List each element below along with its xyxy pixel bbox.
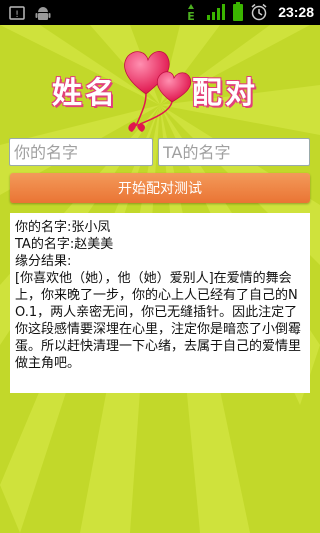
- result-label: 缘分结果:: [15, 254, 72, 269]
- ta-name-input[interactable]: [158, 138, 310, 166]
- title-right: 配对: [192, 76, 258, 111]
- ta-name-value: 赵美美: [74, 237, 114, 252]
- signal-icon: [207, 4, 226, 20]
- android-icon: [35, 7, 51, 20]
- hearts-icon: [124, 51, 192, 132]
- your-name-label: 你的名字:: [15, 220, 72, 235]
- network-type-label: E: [187, 10, 195, 22]
- your-name-line: 你的名字:张小凤: [15, 219, 305, 236]
- start-match-button[interactable]: 开始配对测试: [10, 173, 310, 203]
- result-panel: 你的名字:张小凤 TA的名字:赵美美 缘分结果: [你喜欢他（她），他（她）爱别…: [10, 213, 310, 393]
- ta-name-label: TA的名字:: [15, 237, 75, 252]
- status-time: 23:28: [278, 4, 314, 20]
- status-bar: ! E 23:28: [0, 0, 320, 25]
- your-name-input[interactable]: [9, 138, 153, 166]
- battery-icon: [233, 2, 244, 21]
- ta-name-line: TA的名字:赵美美: [15, 236, 305, 253]
- app-header: 姓名 配对: [0, 38, 320, 134]
- title-left: 姓名: [52, 76, 118, 111]
- alarm-icon: [251, 3, 267, 21]
- svg-text:!: !: [15, 10, 19, 20]
- result-text: [你喜欢他（她），他（她）爱别人]在爱情的舞会上，你来晚了一步，你的心上人已经有…: [15, 271, 302, 371]
- your-name-value: 张小凤: [71, 220, 111, 235]
- data-arrows-icon: E: [187, 4, 195, 22]
- notification-icon: !: [9, 6, 25, 20]
